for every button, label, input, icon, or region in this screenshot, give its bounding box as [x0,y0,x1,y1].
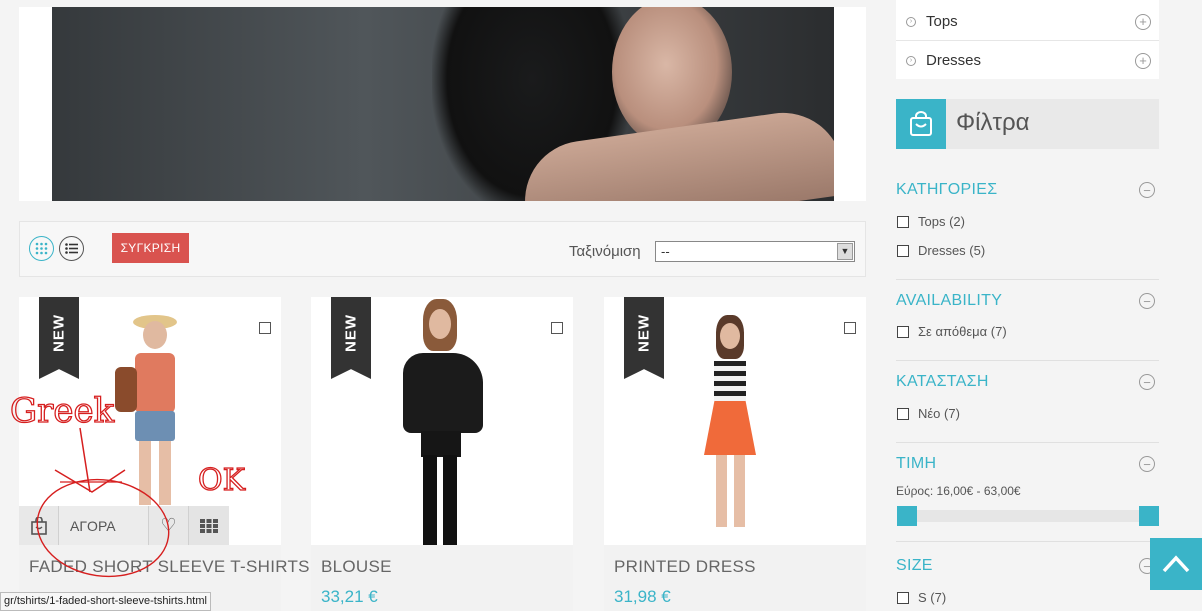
plus-icon[interactable]: + [1135,13,1151,30]
minus-icon[interactable]: − [1139,182,1155,198]
shopping-bag-icon [896,99,946,149]
minus-icon[interactable]: − [1139,456,1155,472]
bullet-icon: › [906,16,916,27]
bullet-icon: › [906,55,916,66]
category-item-tops[interactable]: › Tops + [896,2,1159,41]
new-badge: NEW [39,297,79,379]
product-info: PRINTED DRESS 31,98 € [604,545,866,611]
filter-checkbox[interactable] [897,245,909,257]
grid-view-icon[interactable] [29,236,54,261]
product-card[interactable]: NEW ΑΓΟΡΑ ♡ FADED SHORT SLEEVE T-SHIRTS [19,297,310,611]
product-name[interactable]: PRINTED DRESS [614,557,756,577]
new-badge: NEW [624,297,664,379]
status-bar-url: gr/tshirts/1-faded-short-sleeve-tshirts.… [0,592,211,611]
scroll-top-button[interactable] [1150,538,1202,590]
filter-section-title[interactable]: SIZE [896,557,933,575]
filter-title: Φίλτρα [956,109,1030,136]
new-badge: NEW [331,297,371,379]
buy-button[interactable]: ΑΓΟΡΑ [59,506,149,545]
sort-select[interactable]: -- ▼ [655,241,855,262]
filter-checkbox[interactable] [897,326,909,338]
divider [896,541,1159,542]
divider [896,360,1159,361]
filter-option-label[interactable]: Tops (2) [918,214,965,229]
filter-header: Φίλτρα [896,99,1159,149]
filter-section-title[interactable]: AVAILABILITY [896,292,1002,310]
compare-button[interactable]: ΣΥΓΚΡΙΣΗ [112,233,189,263]
price-slider-track[interactable] [897,510,1159,522]
heart-icon[interactable]: ♡ [149,506,189,545]
product-info: BLOUSE 33,21 € [311,545,573,611]
price-slider-min-handle[interactable] [897,506,917,526]
category-list: › Tops + › Dresses + [896,0,1159,79]
sort-select-value: -- [661,244,670,259]
product-hover-actions: ΑΓΟΡΑ ♡ [19,506,229,545]
product-name[interactable]: FADED SHORT SLEEVE T-SHIRTS [29,557,310,577]
compare-checkbox[interactable] [551,322,563,334]
filter-checkbox[interactable] [897,408,909,420]
filter-option-label[interactable]: Σε απόθεμα (7) [918,324,1007,339]
filter-section-title[interactable]: ΤΙΜΗ [896,455,936,473]
filter-option-label[interactable]: Dresses (5) [918,243,985,258]
plus-icon[interactable]: + [1135,52,1151,69]
sort-label: Ταξινόμιση [569,243,641,260]
price-range-text: Εύρος: 16,00€ - 63,00€ [896,484,1021,498]
chevron-down-icon: ▼ [837,243,853,260]
price-slider-max-handle[interactable] [1139,506,1159,526]
category-label: Dresses [926,52,982,69]
product-card[interactable]: NEW PRINTED DRESS 31,98 € [604,297,866,611]
minus-icon[interactable]: − [1139,374,1155,390]
filter-section-title[interactable]: ΚΑΤΗΓΟΡΙΕΣ [896,181,997,199]
compare-checkbox[interactable] [259,322,271,334]
filter-option-label[interactable]: S (7) [918,590,946,605]
divider [896,442,1159,443]
chevron-up-icon [1162,555,1190,573]
category-label: Tops [926,13,958,30]
filter-section-title[interactable]: ΚΑΤΑΣΤΑΣΗ [896,373,989,391]
banner-image[interactable] [52,7,834,201]
product-name[interactable]: BLOUSE [321,557,392,577]
filter-option-label[interactable]: Νέο (7) [918,406,960,421]
category-item-dresses[interactable]: › Dresses + [896,41,1159,80]
list-view-icon[interactable] [59,236,84,261]
filter-checkbox[interactable] [897,216,909,228]
filter-checkbox[interactable] [897,592,909,604]
product-price: 33,21 € [321,587,378,606]
quick-view-icon[interactable] [189,506,229,545]
minus-icon[interactable]: − [1139,293,1155,309]
divider [896,279,1159,280]
cart-icon[interactable] [19,506,59,545]
product-price: 31,98 € [614,587,671,606]
product-card[interactable]: NEW BLOUSE 33,21 € [311,297,573,611]
compare-checkbox[interactable] [844,322,856,334]
